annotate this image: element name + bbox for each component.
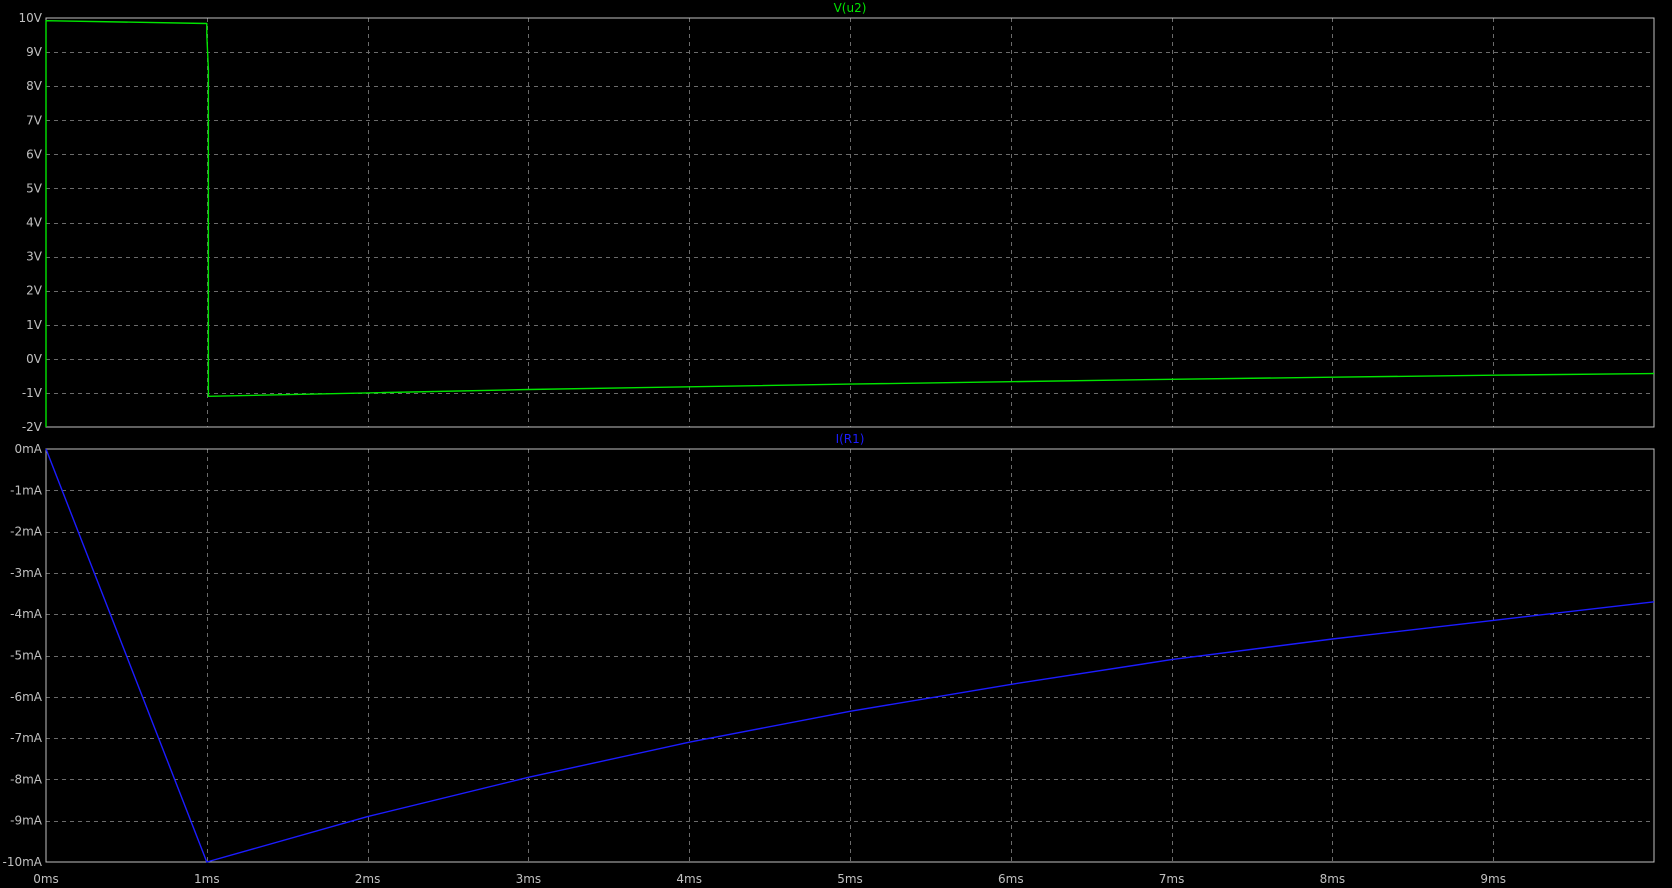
y-tick-label: 6V xyxy=(26,147,43,161)
y-tick-label: -6mA xyxy=(10,690,43,704)
y-tick-label: 5V xyxy=(26,181,43,195)
waveform-viewer: V(u2) 10V 9V 8V 7V 6V 5V 4V 3V 2V 1V 0V -1V -2V I(R1… xyxy=(0,0,1672,888)
x-tick-label: 0ms xyxy=(33,872,59,886)
y-tick-label: -4mA xyxy=(10,607,43,621)
y-tick-label: -1V xyxy=(22,386,43,400)
y-tick-label: -7mA xyxy=(10,731,43,745)
y-tick-label: 0mA xyxy=(14,442,42,456)
x-tick-label: 2ms xyxy=(355,872,381,886)
y-tick-label: 8V xyxy=(26,79,43,93)
y-tick-label: -2V xyxy=(22,420,43,434)
x-tick-label: 3ms xyxy=(516,872,542,886)
y-tick-label: 1V xyxy=(26,318,43,332)
y-tick-label: -5mA xyxy=(10,649,43,663)
x-tick-label: 1ms xyxy=(194,872,220,886)
x-tick-label: 4ms xyxy=(676,872,702,886)
y-tick-label: -10mA xyxy=(3,855,43,869)
x-tick-label: 5ms xyxy=(837,872,863,886)
y-tick-label: 7V xyxy=(26,113,43,127)
x-tick-label: 9ms xyxy=(1480,872,1506,886)
y-tick-label: 2V xyxy=(26,284,43,298)
x-tick-label: 6ms xyxy=(998,872,1024,886)
y-tick-label: 0V xyxy=(26,352,43,366)
y-tick-label: -2mA xyxy=(10,525,43,539)
y-tick-label: -9mA xyxy=(10,814,43,828)
current-trace-title[interactable]: I(R1) xyxy=(836,432,865,446)
y-tick-label: 3V xyxy=(26,250,43,264)
y-tick-label: 10V xyxy=(19,11,43,25)
y-tick-label: 4V xyxy=(26,216,43,230)
y-tick-label: 9V xyxy=(26,45,43,59)
x-tick-label: 7ms xyxy=(1159,872,1185,886)
y-tick-label: -8mA xyxy=(10,772,43,786)
voltage-trace-title[interactable]: V(u2) xyxy=(834,1,867,15)
y-tick-label: -1mA xyxy=(10,483,43,497)
y-tick-label: -3mA xyxy=(10,566,43,580)
x-tick-label: 8ms xyxy=(1320,872,1346,886)
